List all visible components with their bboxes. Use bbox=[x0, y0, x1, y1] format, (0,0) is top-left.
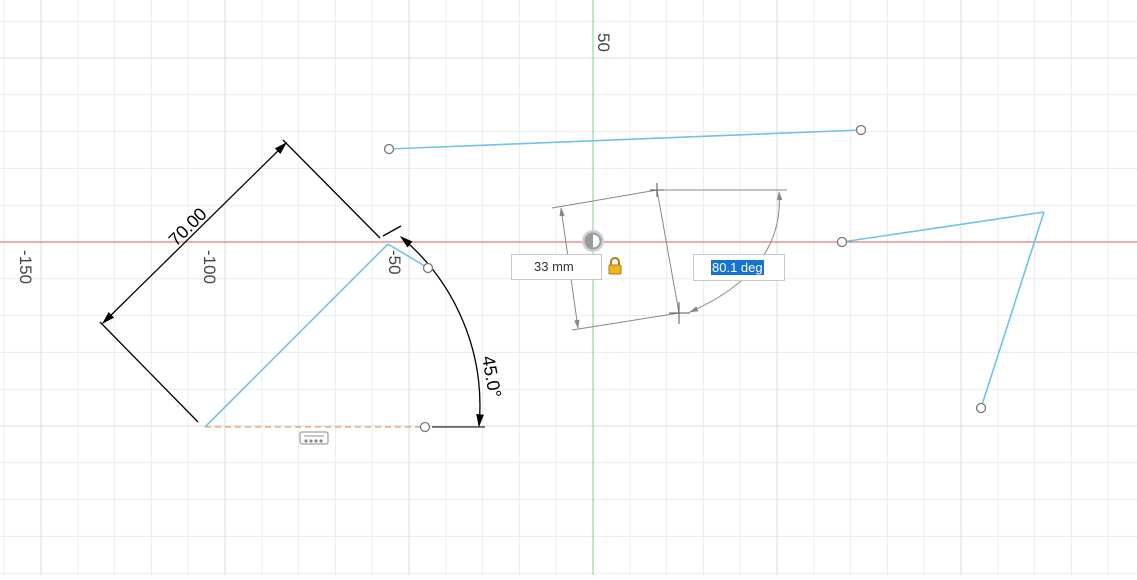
axis-label-neg150: -150 bbox=[16, 250, 35, 284]
horizontal-constraint-icon[interactable] bbox=[299, 431, 329, 445]
sketch-line-right-a[interactable] bbox=[841, 211, 1045, 243]
sketch-point[interactable] bbox=[975, 402, 987, 414]
sketch-point[interactable] bbox=[383, 143, 395, 155]
sketch-line-top[interactable] bbox=[388, 129, 862, 150]
crosshair-icon bbox=[650, 183, 690, 324]
distance-input-value: 33 mm bbox=[534, 259, 574, 274]
sketch-grid bbox=[0, 0, 1137, 575]
sketch-line-diagonal[interactable] bbox=[204, 243, 389, 428]
axis-label-neg50: -50 bbox=[385, 250, 404, 275]
sketch-point[interactable] bbox=[422, 262, 434, 274]
sketch-svg[interactable]: 50 -150 -100 -50 70.00 45.0° bbox=[0, 0, 1137, 575]
length-dimension[interactable]: 70.00 bbox=[99, 139, 381, 423]
distance-input[interactable]: 33 mm bbox=[511, 254, 602, 280]
axis-label-neg100: -100 bbox=[200, 250, 219, 284]
sketch-point[interactable] bbox=[419, 421, 431, 433]
length-dimension-text[interactable]: 70.00 bbox=[165, 204, 211, 250]
sketch-point[interactable] bbox=[836, 236, 848, 248]
axis-label-50: 50 bbox=[594, 33, 613, 52]
sketch-canvas[interactable]: 50 -150 -100 -50 70.00 45.0° 33 mm 80.1 … bbox=[0, 0, 1137, 575]
sketch-point[interactable] bbox=[855, 124, 867, 136]
snap-point-icon[interactable] bbox=[582, 230, 604, 252]
lock-icon[interactable] bbox=[607, 257, 623, 275]
angle-input-value: 80.1 deg bbox=[711, 260, 764, 275]
angle-input[interactable]: 80.1 deg bbox=[693, 254, 785, 281]
sketch-grid-major bbox=[0, 0, 1137, 575]
